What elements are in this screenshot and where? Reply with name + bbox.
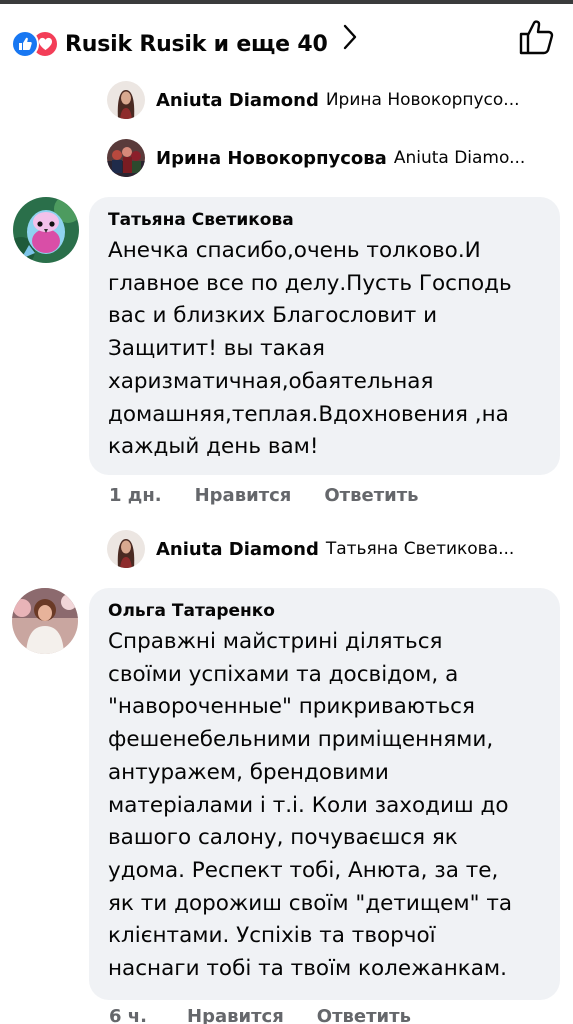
reply-preview-row[interactable]: Aniuta Diamond Татьяна Светикова...	[107, 529, 514, 569]
reactions-summary[interactable]: Rusik Rusik и еще 40	[0, 10, 573, 78]
avatar[interactable]	[107, 139, 145, 177]
avatar[interactable]	[107, 81, 145, 119]
avatar[interactable]	[107, 530, 145, 568]
avatar[interactable]	[12, 588, 78, 654]
reply-preview-text: Ирина Новокорпусо...	[325, 90, 520, 110]
chevron-right-icon[interactable]	[340, 22, 360, 52]
reply-comment-button[interactable]: Ответить	[324, 485, 418, 506]
reply-author[interactable]: Aniuta Diamond	[156, 90, 319, 111]
comment-bubble: Ольга Татаренко Справжні майстрині ділят…	[89, 588, 560, 1000]
like-icon	[11, 30, 39, 58]
comment-actions: 1 дн. Нравится Ответить	[109, 485, 419, 506]
comment-time[interactable]: 1 дн.	[109, 485, 162, 506]
reply-preview-row[interactable]: Aniuta Diamond Ирина Новокорпусо...	[107, 80, 520, 120]
reaction-icons	[11, 30, 59, 58]
top-divider	[0, 0, 573, 4]
like-comment-button[interactable]: Нравится	[187, 1006, 284, 1024]
comment-author[interactable]: Татьяна Светикова	[108, 209, 560, 231]
thumbs-up-icon[interactable]	[517, 18, 555, 56]
reply-comment-button[interactable]: Ответить	[317, 1006, 411, 1024]
like-comment-button[interactable]: Нравится	[195, 485, 292, 506]
reactors-text[interactable]: Rusik Rusik и еще 40	[65, 32, 328, 57]
reply-preview-row[interactable]: Ирина Новокорпусова Aniuta Diamo...	[107, 138, 525, 178]
comment-text: Справжні майстрині діляться своїми успіх…	[108, 629, 513, 982]
avatar[interactable]	[13, 197, 79, 263]
reply-preview-text: Татьяна Светикова...	[325, 539, 515, 559]
comment-actions: 6 ч. Нравится Ответить	[109, 1006, 411, 1024]
reply-author[interactable]: Ирина Новокорпусова	[156, 148, 387, 169]
reply-preview-text: Aniuta Diamo...	[393, 148, 526, 168]
comment-time[interactable]: 6 ч.	[109, 1006, 147, 1024]
comment-author[interactable]: Ольга Татаренко	[108, 600, 560, 622]
comment-text: Анечка спасибо,очень толково.И главное в…	[108, 238, 512, 460]
reply-author[interactable]: Aniuta Diamond	[156, 539, 319, 560]
comment-bubble: Татьяна Светикова Анечка спасибо,очень т…	[89, 197, 560, 475]
